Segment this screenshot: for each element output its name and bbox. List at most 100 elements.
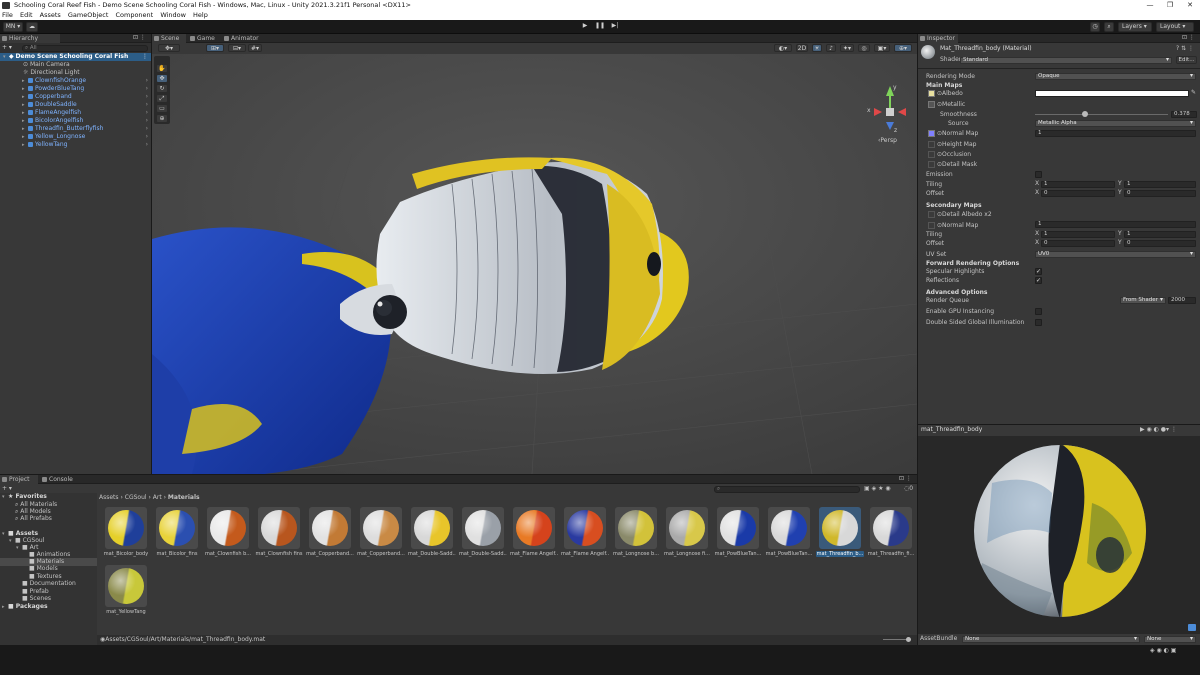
offset-x-field[interactable]: 0 bbox=[1041, 190, 1115, 197]
material-thumbnail[interactable] bbox=[360, 507, 402, 549]
material-thumbnail-label[interactable]: mat_Double-Sadd... bbox=[408, 551, 456, 557]
material-thumbnail[interactable] bbox=[156, 507, 198, 549]
reflections-checkbox[interactable]: ✓ bbox=[1035, 277, 1042, 284]
asset-label-icon[interactable] bbox=[1188, 624, 1196, 631]
metallic-texture-slot[interactable] bbox=[928, 101, 935, 108]
grid-snap-icon[interactable]: #▾ bbox=[248, 44, 262, 52]
lock-icon[interactable]: ⊡ ⋮ bbox=[899, 475, 912, 483]
hierarchy-search-input[interactable]: ⌕ All bbox=[22, 45, 148, 52]
effects-icon[interactable]: ✦▾ bbox=[840, 44, 854, 52]
pause-icon[interactable]: ❚❚ bbox=[595, 22, 605, 32]
tiling-y-field[interactable]: 1 bbox=[1124, 181, 1196, 188]
height-map-slot[interactable] bbox=[928, 141, 935, 148]
tab-scene[interactable]: Scene bbox=[152, 34, 186, 43]
gizmos-dropdown[interactable]: ⊕▾ bbox=[894, 44, 912, 52]
material-thumbnail[interactable] bbox=[462, 507, 504, 549]
list-item[interactable]: ▸ FlameAngelfish › bbox=[22, 109, 151, 117]
create-button[interactable]: + ▾ bbox=[2, 485, 12, 493]
tree-scenes[interactable]: ■ Scenes bbox=[22, 595, 51, 603]
project-search-input[interactable]: ⌕ bbox=[714, 486, 860, 493]
scene-viewport[interactable]: y x z ‹Persp bbox=[152, 54, 917, 474]
material-thumbnail[interactable] bbox=[207, 507, 249, 549]
assetbundle-dropdown[interactable]: None bbox=[962, 636, 1140, 643]
material-thumbnail-label[interactable]: mat_Flame Angelf... bbox=[561, 551, 609, 557]
material-thumbnail-label[interactable]: mat_Clownfish b... bbox=[204, 551, 252, 557]
material-thumbnail[interactable] bbox=[309, 507, 351, 549]
maximize-button[interactable]: ❐ bbox=[1160, 0, 1180, 11]
normal-map2-scale-field[interactable]: 1 bbox=[1035, 221, 1196, 228]
list-item[interactable]: ⊙ Main Camera bbox=[23, 61, 70, 69]
breadcrumb-assets[interactable]: Assets bbox=[99, 494, 119, 501]
preview-controls[interactable]: ▶ ◉ ◐ ●▾ ⋮ bbox=[1140, 426, 1177, 434]
tab-animator[interactable]: Animator bbox=[222, 34, 266, 43]
hidden-objects-icon[interactable]: ◎ bbox=[858, 44, 870, 52]
material-thumbnail-label[interactable]: mat_Clownfish fins bbox=[255, 551, 303, 557]
search-icon[interactable]: ⌕ bbox=[1104, 22, 1114, 32]
global-dropdown[interactable]: ⊟▾ bbox=[228, 44, 246, 52]
normal-map-scale-field[interactable]: 1 bbox=[1035, 130, 1196, 137]
thumbnail-size-handle[interactable] bbox=[906, 637, 911, 642]
add-button[interactable]: + ▾ bbox=[2, 44, 12, 52]
tab-inspector[interactable]: Inspector bbox=[918, 34, 958, 43]
tab-console[interactable]: Console bbox=[40, 475, 76, 484]
breadcrumb-cgsoul[interactable]: CGSoul bbox=[125, 494, 147, 501]
emission-checkbox[interactable] bbox=[1035, 171, 1042, 178]
offset2-y-field[interactable]: 0 bbox=[1124, 240, 1196, 247]
scene-row[interactable]: ▾ ◆ Demo Scene Schooling Coral Fish ⋮ bbox=[0, 53, 151, 61]
help-icon[interactable]: ? ⇅ ⋮ bbox=[1176, 45, 1194, 53]
material-thumbnail[interactable] bbox=[105, 507, 147, 549]
material-thumbnail-label[interactable]: mat_Bicolor_body bbox=[102, 551, 150, 557]
eyedropper-icon[interactable]: ✎ bbox=[1191, 89, 1196, 97]
tab-hierarchy[interactable]: Hierarchy bbox=[0, 34, 60, 43]
offset-y-field[interactable]: 0 bbox=[1124, 190, 1196, 197]
hand-tool-dropdown[interactable]: ✥▾ bbox=[158, 44, 180, 52]
render-queue-dropdown[interactable]: From Shader bbox=[1120, 297, 1166, 304]
material-thumbnail[interactable] bbox=[768, 507, 810, 549]
menu-assets[interactable]: Assets bbox=[40, 11, 61, 19]
shading-dropdown[interactable]: ◐▾ bbox=[774, 44, 792, 52]
smoothness-slider-track[interactable] bbox=[1035, 114, 1168, 115]
list-item[interactable]: ▸ ClownfishOrange › bbox=[22, 77, 151, 85]
menu-gameobject[interactable]: GameObject bbox=[68, 11, 109, 19]
list-item[interactable]: ▸ YellowTang › bbox=[22, 141, 151, 149]
cloud-icon[interactable]: ☁ bbox=[26, 22, 38, 32]
lock-icon[interactable]: ⊡ ⋮ bbox=[133, 34, 146, 42]
uv-set-dropdown[interactable]: UV0 bbox=[1035, 251, 1196, 258]
material-thumbnail-label[interactable]: mat_Threadfin_b... bbox=[816, 551, 864, 557]
tab-project[interactable]: Project bbox=[0, 475, 38, 484]
material-thumbnail[interactable] bbox=[666, 507, 708, 549]
material-thumbnail-label[interactable]: mat_Longnose b... bbox=[612, 551, 660, 557]
hand-icon[interactable]: ✋ bbox=[156, 64, 168, 73]
smoothness-slider-handle[interactable] bbox=[1082, 111, 1089, 117]
material-thumbnail-label[interactable]: mat_Threadfin_fi... bbox=[867, 551, 915, 557]
tiling-x-field[interactable]: 1 bbox=[1041, 181, 1115, 188]
tree-documentation[interactable]: ■ Documentation bbox=[22, 580, 76, 588]
material-thumbnail-label[interactable]: mat_Copperband... bbox=[357, 551, 405, 557]
audio-icon[interactable]: ♪ bbox=[826, 44, 836, 52]
material-thumbnail-label[interactable]: mat_Longnose fi... bbox=[663, 551, 711, 557]
list-item[interactable]: ▸ DoubleSaddle › bbox=[22, 101, 151, 109]
material-thumbnail[interactable] bbox=[615, 507, 657, 549]
list-item[interactable]: ▸ Copperband › bbox=[22, 93, 151, 101]
status-icons[interactable]: ◈ ◉ ◐ ▣ bbox=[1150, 647, 1176, 655]
source-dropdown[interactable]: Metallic Alpha bbox=[1035, 120, 1196, 127]
list-item[interactable]: ▸ Threadfin_Butterflyfish › bbox=[22, 125, 151, 133]
gpu-instancing-checkbox[interactable] bbox=[1035, 308, 1042, 315]
specular-highlights-checkbox[interactable]: ✓ bbox=[1035, 268, 1042, 275]
material-thumbnail-label[interactable]: mat_Copperband... bbox=[306, 551, 354, 557]
minimize-button[interactable]: — bbox=[1140, 0, 1160, 11]
material-thumbnail-label[interactable]: mat_Flame Angelf... bbox=[510, 551, 558, 557]
offset2-x-field[interactable]: 0 bbox=[1041, 240, 1115, 247]
toggle-2d-button[interactable]: 2D bbox=[796, 44, 808, 52]
tree-models[interactable]: ■ Models bbox=[29, 565, 58, 573]
material-thumbnail-label[interactable]: mat_Double-Sadd... bbox=[459, 551, 507, 557]
menu-component[interactable]: Component bbox=[115, 11, 153, 19]
breadcrumb-art[interactable]: Art bbox=[153, 494, 162, 501]
albedo-color-field[interactable] bbox=[1035, 90, 1189, 97]
edit-shader-button[interactable]: Edit... bbox=[1176, 56, 1197, 64]
material-thumbnail-label[interactable]: mat_Bicolor_fins bbox=[153, 551, 201, 557]
favorites-folder[interactable]: ▾ ★ Favorites bbox=[2, 493, 47, 501]
fav-all-prefabs[interactable]: ⌕ All Prefabs bbox=[15, 515, 52, 523]
list-item[interactable]: ☼ Directional Light bbox=[23, 69, 80, 77]
material-thumbnail[interactable] bbox=[411, 507, 453, 549]
